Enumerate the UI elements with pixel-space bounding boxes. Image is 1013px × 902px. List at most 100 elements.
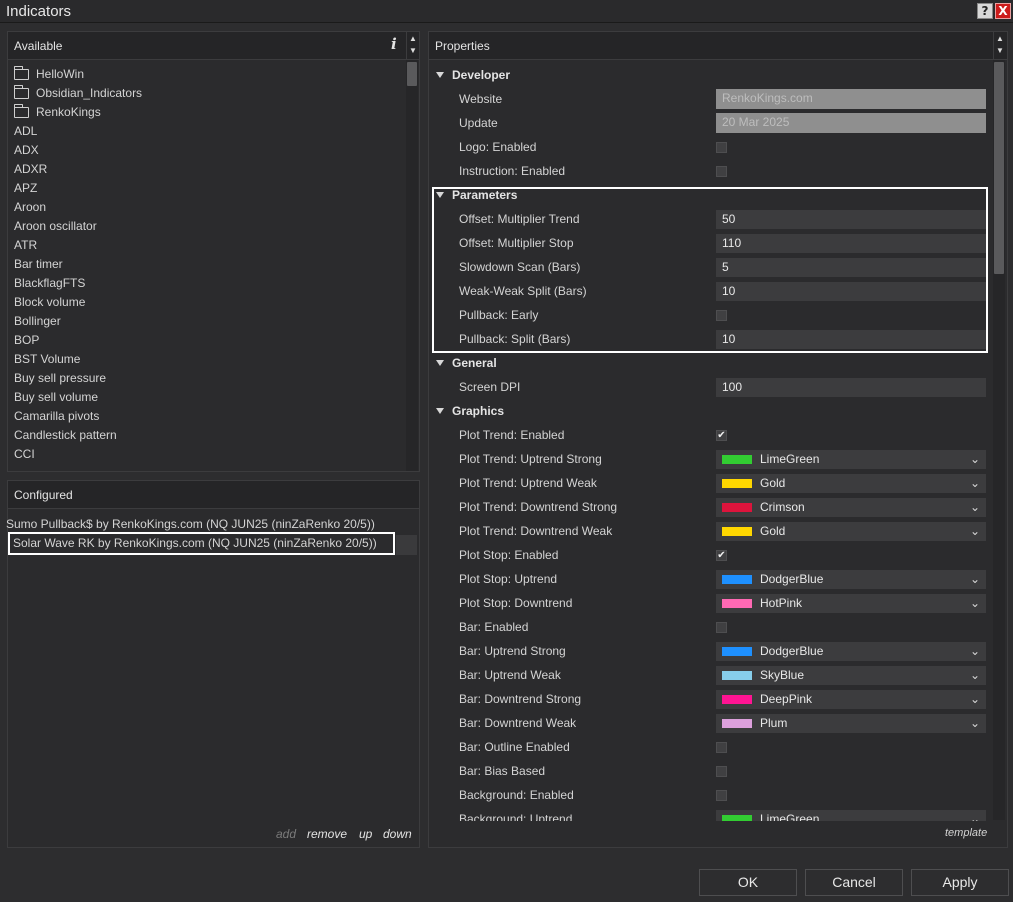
properties-scroll-thumb[interactable] bbox=[994, 62, 1004, 274]
property-value[interactable]: 100 bbox=[716, 378, 986, 397]
color-picker[interactable]: HotPink ⌄ bbox=[716, 594, 986, 613]
list-item[interactable]: BST Volume bbox=[14, 350, 404, 369]
property-label: Plot Trend: Downtrend Weak bbox=[459, 524, 613, 538]
chevron-down-icon[interactable]: ⌄ bbox=[970, 714, 984, 733]
color-picker[interactable]: LimeGreen ⌄ bbox=[716, 810, 986, 821]
list-item[interactable]: APZ bbox=[14, 179, 404, 198]
available-scrollbar[interactable] bbox=[406, 60, 418, 471]
properties-scroll-up-icon[interactable]: ▲ bbox=[996, 35, 1004, 43]
cancel-button[interactable]: Cancel bbox=[805, 869, 903, 896]
list-item[interactable]: CCI bbox=[14, 445, 404, 464]
folder-item[interactable]: HelloWin bbox=[14, 65, 404, 84]
list-item[interactable]: Buy sell pressure bbox=[14, 369, 404, 388]
color-picker[interactable]: Gold ⌄ bbox=[716, 522, 986, 541]
properties-scrollbar[interactable] bbox=[993, 60, 1005, 820]
collapse-triangle-icon[interactable] bbox=[436, 360, 444, 366]
list-item[interactable]: Candlestick pattern bbox=[14, 426, 404, 445]
property-label: Bar: Uptrend Weak bbox=[459, 668, 561, 682]
category-graphics[interactable]: Graphics bbox=[430, 399, 504, 423]
ok-button[interactable]: OK bbox=[699, 869, 797, 896]
chevron-down-icon[interactable]: ⌄ bbox=[970, 450, 984, 469]
scroll-up-icon[interactable]: ▲ bbox=[409, 35, 417, 43]
color-picker[interactable]: DodgerBlue ⌄ bbox=[716, 570, 986, 589]
list-item[interactable]: Aroon bbox=[14, 198, 404, 217]
chevron-down-icon[interactable]: ⌄ bbox=[970, 666, 984, 685]
scroll-thumb[interactable] bbox=[407, 62, 417, 86]
property-checkbox[interactable]: ✔ bbox=[716, 430, 727, 441]
down-link[interactable]: down bbox=[383, 827, 412, 841]
property-checkbox[interactable]: ✔ bbox=[716, 550, 727, 561]
color-picker[interactable]: DeepPink ⌄ bbox=[716, 690, 986, 709]
chevron-down-icon[interactable]: ⌄ bbox=[970, 690, 984, 709]
properties-scroll-down-icon[interactable]: ▼ bbox=[996, 47, 1004, 55]
list-item-label: BST Volume bbox=[14, 352, 81, 366]
color-picker[interactable]: Crimson ⌄ bbox=[716, 498, 986, 517]
list-item[interactable]: Bollinger bbox=[14, 312, 404, 331]
remove-link[interactable]: remove bbox=[307, 827, 347, 841]
property-row: Bar: Uptrend Strong DodgerBlue ⌄ bbox=[430, 639, 992, 663]
property-row: Bar: Outline Enabled bbox=[430, 735, 992, 759]
color-swatch bbox=[722, 695, 752, 704]
list-item[interactable]: Camarilla pivots bbox=[14, 407, 404, 426]
chevron-down-icon[interactable]: ⌄ bbox=[970, 642, 984, 661]
available-header: Available i ▲ ▼ bbox=[8, 32, 419, 60]
list-item-label: CCI bbox=[14, 447, 35, 461]
up-link[interactable]: up bbox=[359, 827, 372, 841]
list-item[interactable]: BOP bbox=[14, 331, 404, 350]
color-name: Crimson bbox=[760, 500, 805, 514]
collapse-triangle-icon[interactable] bbox=[436, 408, 444, 414]
property-checkbox[interactable] bbox=[716, 622, 727, 633]
chevron-down-icon[interactable]: ⌄ bbox=[970, 498, 984, 517]
list-item[interactable]: BlackflagFTS bbox=[14, 274, 404, 293]
properties-scroll-arrows: ▲ ▼ bbox=[993, 32, 1007, 60]
list-item[interactable]: Bar timer bbox=[14, 255, 404, 274]
scroll-down-icon[interactable]: ▼ bbox=[409, 47, 417, 55]
list-item[interactable]: ATR bbox=[14, 236, 404, 255]
configured-title: Configured bbox=[14, 488, 73, 502]
folder-item[interactable]: Obsidian_Indicators bbox=[14, 84, 404, 103]
category-developer[interactable]: Developer bbox=[430, 63, 510, 87]
apply-button[interactable]: Apply bbox=[911, 869, 1009, 896]
property-checkbox[interactable] bbox=[716, 142, 727, 153]
property-value[interactable]: 20 Mar 2025 bbox=[716, 113, 986, 133]
configured-item-selected[interactable]: Solar Wave RK by RenkoKings.com (NQ JUN2… bbox=[8, 532, 395, 555]
property-label: Plot Trend: Uptrend Weak bbox=[459, 476, 597, 490]
color-picker[interactable]: DodgerBlue ⌄ bbox=[716, 642, 986, 661]
close-button[interactable]: X bbox=[995, 3, 1011, 19]
property-value[interactable]: RenkoKings.com bbox=[716, 89, 986, 109]
configured-item[interactable]: Sumo Pullback$ by RenkoKings.com (NQ JUN… bbox=[6, 515, 375, 533]
color-picker[interactable]: Plum ⌄ bbox=[716, 714, 986, 733]
color-name: Gold bbox=[760, 524, 786, 538]
color-swatch bbox=[722, 527, 752, 536]
list-item[interactable]: Aroon oscillator bbox=[14, 217, 404, 236]
list-item[interactable]: ADX bbox=[14, 141, 404, 160]
category-general[interactable]: General bbox=[430, 351, 497, 375]
add-link[interactable]: add bbox=[276, 827, 296, 841]
list-item[interactable]: ADL bbox=[14, 122, 404, 141]
list-item[interactable]: Buy sell volume bbox=[14, 388, 404, 407]
properties-title: Properties bbox=[435, 39, 490, 53]
chevron-down-icon[interactable]: ⌄ bbox=[970, 570, 984, 589]
category-label: General bbox=[452, 356, 497, 370]
color-picker[interactable]: Gold ⌄ bbox=[716, 474, 986, 493]
chevron-down-icon[interactable]: ⌄ bbox=[970, 810, 984, 821]
property-checkbox[interactable] bbox=[716, 766, 727, 777]
help-button[interactable]: ? bbox=[977, 3, 993, 19]
info-icon[interactable]: i bbox=[391, 35, 397, 53]
color-picker[interactable]: SkyBlue ⌄ bbox=[716, 666, 986, 685]
property-checkbox[interactable] bbox=[716, 790, 727, 801]
property-label: Plot Stop: Downtrend bbox=[459, 596, 573, 610]
folder-item[interactable]: RenkoKings bbox=[14, 103, 404, 122]
chevron-down-icon[interactable]: ⌄ bbox=[970, 522, 984, 541]
property-checkbox[interactable] bbox=[716, 166, 727, 177]
chevron-down-icon[interactable]: ⌄ bbox=[970, 594, 984, 613]
list-item[interactable]: ADXR bbox=[14, 160, 404, 179]
list-item[interactable]: Block volume bbox=[14, 293, 404, 312]
chevron-down-icon[interactable]: ⌄ bbox=[970, 474, 984, 493]
color-picker[interactable]: LimeGreen ⌄ bbox=[716, 450, 986, 469]
collapse-triangle-icon[interactable] bbox=[436, 72, 444, 78]
template-link[interactable]: template bbox=[945, 827, 987, 839]
property-label: Instruction: Enabled bbox=[459, 164, 566, 178]
color-name: DeepPink bbox=[760, 692, 813, 706]
property-checkbox[interactable] bbox=[716, 742, 727, 753]
